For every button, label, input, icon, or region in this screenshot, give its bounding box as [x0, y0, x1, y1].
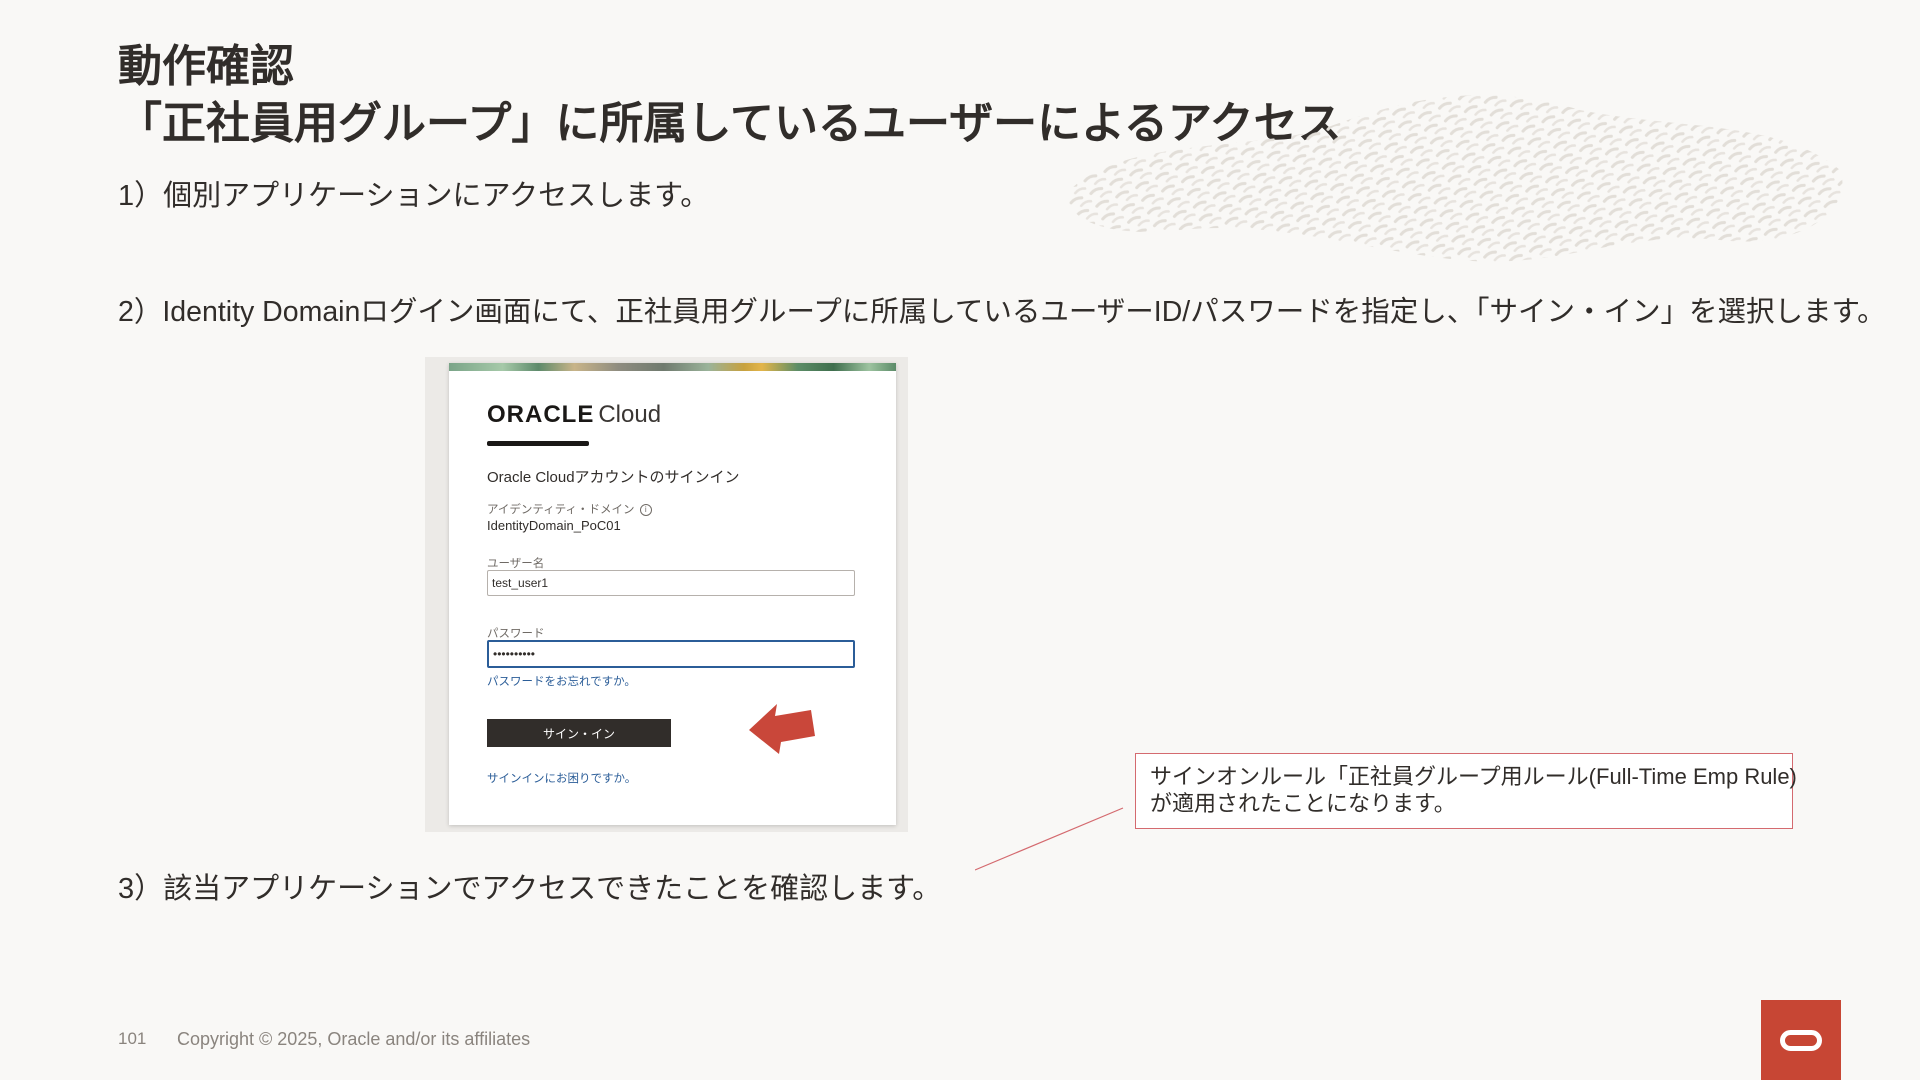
signin-card: ORACLE Cloud Oracle Cloudアカウントのサインイン アイデン…: [449, 363, 896, 825]
info-icon[interactable]: i: [639, 503, 652, 516]
step-2-text: 2）Identity Domainログイン画面にて、正社員用グループに所属してい…: [118, 296, 1886, 328]
username-input[interactable]: test_user1: [487, 570, 855, 596]
callout-box: サインオンルール「正社員グループ用ルール(Full-Time Emp Rule)…: [1135, 753, 1797, 829]
domain-label-text: アイデンティティ・ドメイン: [487, 504, 635, 516]
header-strip: [449, 363, 896, 371]
signin-screenshot: ORACLE Cloud Oracle Cloudアカウントのサインイン アイデン…: [425, 357, 908, 832]
password-input[interactable]: ••••••••••: [487, 640, 855, 668]
callout-connector: [975, 807, 1124, 871]
signin-heading: Oracle Cloudアカウントのサインイン: [487, 469, 740, 486]
redacted-tenant-name: [487, 441, 589, 446]
step-3-text: 3）該当アプリケーションでアクセスできたことを確認します。: [118, 873, 942, 905]
cloud-text: Cloud: [598, 401, 662, 428]
signin-help-link[interactable]: サインインにお困りですか。: [487, 770, 636, 786]
password-label: パスワード: [487, 628, 545, 640]
page-number: 101: [118, 1029, 147, 1048]
callout-line-1: サインオンルール「正社員グループ用ルール(Full-Time Emp Rule): [1150, 764, 1797, 789]
domain-label: アイデンティティ・ドメイン i: [487, 501, 652, 517]
decorative-pattern: [1068, 95, 1843, 262]
callout-line-2: が適用されたことになります。: [1150, 791, 1456, 816]
copyright-text: Copyright © 2025, Oracle and/or its affi…: [177, 1029, 531, 1049]
username-label: ユーザー名: [487, 558, 545, 570]
oracle-cloud-logo: ORACLE Cloud: [487, 401, 661, 429]
pointer-arrow-icon: [749, 704, 815, 754]
forgot-password-link[interactable]: パスワードをお忘れですか。: [487, 673, 636, 689]
oracle-o-logo: [1761, 1000, 1841, 1080]
sign-in-button[interactable]: サイン・イン: [487, 719, 671, 747]
oracle-brand: ORACLE: [487, 401, 595, 428]
oracle-ring-icon: [1780, 1030, 1822, 1051]
step-1-text: 1）個別アプリケーションにアクセスします。: [118, 180, 710, 212]
domain-value: IdentityDomain_PoC01: [487, 518, 621, 533]
